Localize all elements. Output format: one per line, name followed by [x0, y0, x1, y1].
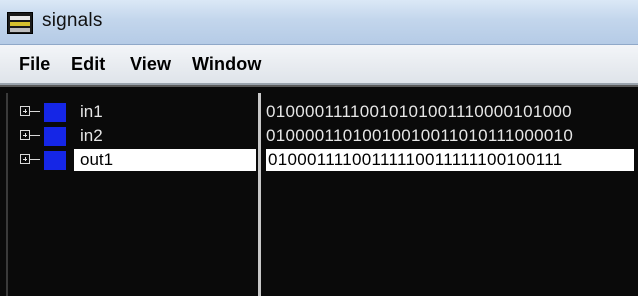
- tree-connector: [30, 111, 40, 112]
- signal-name: out1: [74, 149, 256, 171]
- app-icon: [7, 12, 33, 34]
- tree-connector: [30, 135, 40, 136]
- signal-color-swatch: [44, 103, 66, 122]
- menu-bar: File Edit View Window: [0, 45, 638, 85]
- expand-icon[interactable]: [20, 106, 30, 116]
- signal-row-in2[interactable]: in2: [8, 124, 258, 148]
- signal-value-out1[interactable]: 01000111100111110011111100100111: [266, 149, 634, 171]
- signal-name: in2: [80, 126, 103, 145]
- title-bar[interactable]: signals: [0, 0, 638, 45]
- signal-tree: in1 in2 out1: [8, 93, 258, 296]
- signal-name: in1: [80, 102, 103, 121]
- expand-icon[interactable]: [20, 130, 30, 140]
- menu-view[interactable]: View: [130, 54, 171, 75]
- tree-connector: [30, 159, 40, 160]
- signal-color-swatch: [44, 151, 66, 170]
- signal-value-in2[interactable]: 01000011010010010011010111000010: [266, 125, 573, 147]
- expand-icon[interactable]: [20, 154, 30, 164]
- signal-row-out1[interactable]: out1: [8, 148, 258, 172]
- signal-row-in1[interactable]: in1: [8, 100, 258, 124]
- menu-window[interactable]: Window: [192, 54, 261, 75]
- menu-edit[interactable]: Edit: [71, 54, 105, 75]
- menu-file[interactable]: File: [19, 54, 50, 75]
- signal-value-in1[interactable]: 01000011110010101001110000101000: [266, 101, 572, 123]
- window-title: signals: [42, 10, 103, 31]
- panel-border: [0, 85, 638, 87]
- pane-divider[interactable]: [258, 93, 261, 296]
- signal-color-swatch: [44, 127, 66, 146]
